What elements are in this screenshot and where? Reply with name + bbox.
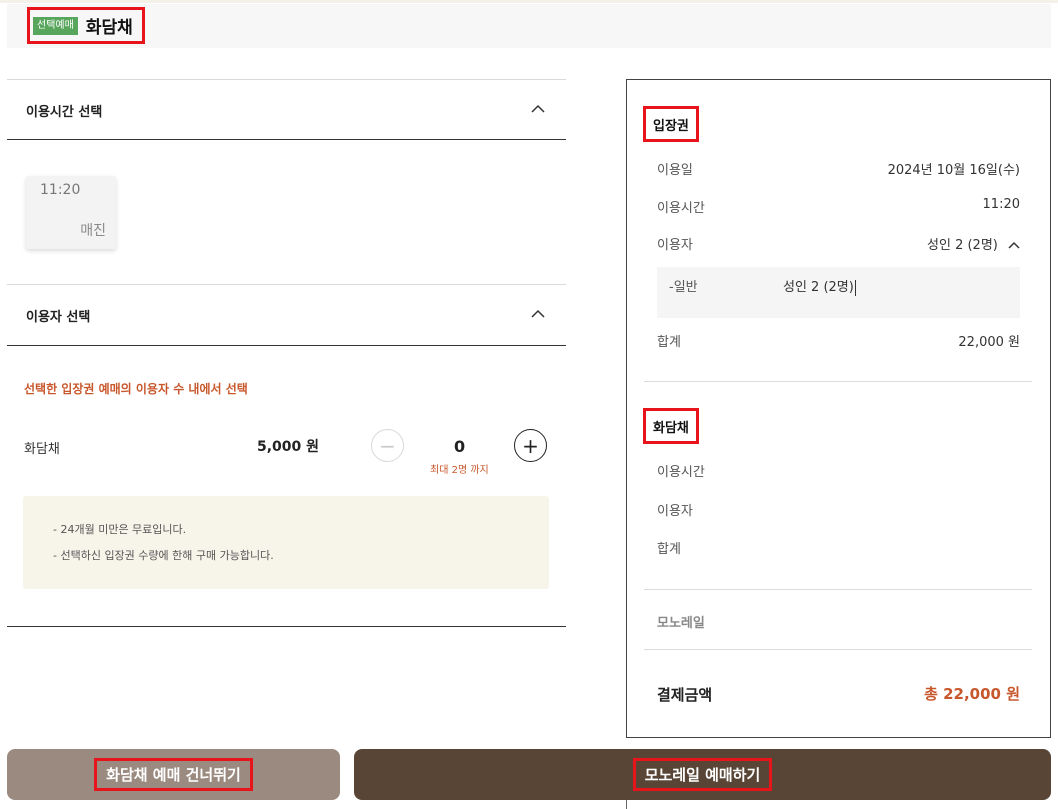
text-cursor: [854, 279, 856, 296]
user-value-toggle[interactable]: 성인 2 (2명): [927, 234, 1020, 253]
summary-divider: [644, 649, 1032, 650]
reservation-type-badge: 선택예매: [33, 16, 78, 35]
info-notice-box: - 24개월 미만은 무료입니다. - 선택하신 입장권 수량에 한해 구매 가…: [23, 496, 549, 589]
chevron-up-icon[interactable]: [530, 104, 546, 114]
user-limit-notice: 선택한 입장권 예매의 이용자 수 내에서 선택: [24, 382, 248, 396]
time-slot-time: 11:20: [40, 182, 81, 198]
usage-time-label: 이용시간: [657, 201, 705, 216]
section-divider: [7, 284, 566, 285]
ticket-total-label: 합계: [657, 335, 681, 350]
skip-button-label: 화담채 예매 건너뛰기: [94, 758, 253, 791]
summary-divider: [644, 381, 1032, 382]
usage-time-value: 11:20: [982, 197, 1020, 212]
hwadamchae-section-title: 화담채: [643, 408, 699, 444]
user-value: 성인 2 (2명): [927, 238, 998, 253]
chevron-up-icon: [1008, 241, 1020, 249]
item-price: 5,000 원: [257, 439, 320, 455]
user-detail-box: -일반 성인 2 (2명): [657, 267, 1020, 318]
hwadamchae-total-label: 합계: [657, 542, 681, 557]
skip-hwadamchae-button[interactable]: 화담채 예매 건너뛰기: [7, 749, 340, 800]
user-detail-value-group: 성인 2 (2명): [783, 276, 856, 296]
section-divider: [7, 345, 566, 346]
ticket-section-title: 입장권: [643, 106, 699, 142]
payment-amount-value: 총 22,000 원: [924, 685, 1020, 703]
user-detail-label: -일반: [669, 280, 698, 295]
summary-divider: [644, 589, 1032, 590]
section-divider: [7, 626, 566, 627]
info-line: - 선택하신 입장권 수량에 한해 구매 가능합니다.: [53, 549, 274, 562]
time-slot-card[interactable]: 11:20 매진: [26, 176, 116, 249]
hwadamchae-user-label: 이용자: [657, 504, 693, 519]
ticket-total-value: 22,000 원: [958, 335, 1020, 350]
user-label: 이용자: [657, 238, 693, 253]
book-monorail-button[interactable]: 모노레일 예매하기: [354, 749, 1051, 800]
panel-edge: [626, 800, 627, 809]
section-divider: [7, 139, 566, 140]
chevron-up-icon[interactable]: [530, 309, 546, 319]
payment-amount-label: 결제금액: [657, 686, 713, 704]
page-title: 화담채: [85, 18, 133, 38]
order-summary-panel: 입장권 이용일 2024년 10월 16일(수) 이용시간 11:20 이용자 …: [626, 79, 1051, 738]
time-section-title: 이용시간 선택: [26, 105, 103, 120]
quantity-value: 0: [454, 437, 466, 456]
plus-icon: +: [522, 433, 539, 458]
monorail-label: 모노레일: [657, 616, 705, 631]
hwadamchae-time-label: 이용시간: [657, 465, 705, 480]
header-title-group: 선택예매 화담채: [27, 7, 145, 44]
page-header: [7, 4, 1051, 48]
minus-icon: −: [379, 433, 396, 458]
time-slot-status: 매진: [80, 223, 106, 239]
user-detail-value: 성인 2 (2명): [783, 280, 854, 295]
usage-date-label: 이용일: [657, 163, 693, 178]
usage-date-value: 2024년 10월 16일(수): [887, 163, 1020, 178]
top-accent-line: [0, 0, 1058, 3]
increase-quantity-button[interactable]: +: [514, 429, 547, 462]
user-section-title: 이용자 선택: [26, 310, 91, 325]
info-line: - 24개월 미만은 무료입니다.: [53, 523, 187, 536]
section-divider: [7, 79, 566, 80]
decrease-quantity-button[interactable]: −: [371, 429, 404, 462]
next-button-label: 모노레일 예매하기: [632, 758, 773, 791]
max-quantity-note: 최대 2명 까지: [430, 465, 489, 476]
item-name: 화담채: [24, 442, 60, 457]
